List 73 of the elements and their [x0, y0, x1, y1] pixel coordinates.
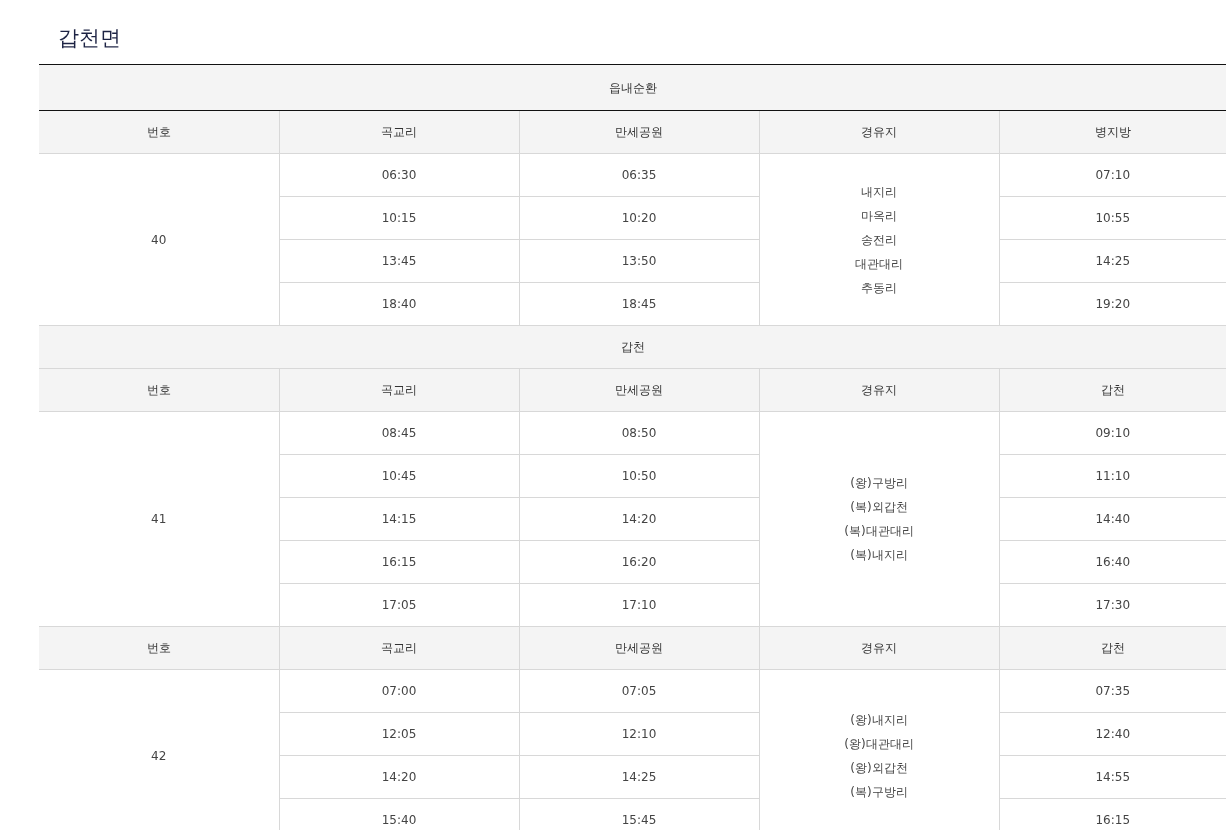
column-header: 갑천 — [999, 368, 1226, 412]
table-cell: 17:10 — [519, 583, 759, 627]
table-cell: 14:15 — [279, 497, 519, 541]
page-title: 갑천면 — [57, 25, 122, 52]
column-header: 경유지 — [759, 368, 999, 412]
route-number-cell: 41 — [39, 411, 279, 627]
column-header: 번호 — [39, 626, 279, 670]
column-header: 번호 — [39, 110, 279, 154]
column-header: 곡교리 — [279, 110, 519, 154]
table-cell: 14:20 — [519, 497, 759, 541]
table-cell: 10:20 — [519, 196, 759, 240]
route-number-cell: 42 — [39, 669, 279, 830]
table-cell: 17:30 — [999, 583, 1226, 627]
table-cell: 10:50 — [519, 454, 759, 498]
via-stop: 내지리 — [860, 183, 898, 201]
column-header: 곡교리 — [279, 626, 519, 670]
table-cell: 14:25 — [519, 755, 759, 799]
via-stop: 대관대리 — [854, 255, 904, 273]
section-title: 읍내순환 — [39, 64, 1226, 111]
table-cell: 12:40 — [999, 712, 1226, 756]
via-stop: (왕)외갑천 — [849, 759, 909, 777]
table-cell: 16:40 — [999, 540, 1226, 584]
section-title: 갑천 — [39, 325, 1226, 369]
table-cell: 07:00 — [279, 669, 519, 713]
via-stop: (복)외갑천 — [849, 499, 909, 516]
column-header: 만세공원 — [519, 626, 759, 670]
table-cell: 08:50 — [519, 411, 759, 455]
table-cell: 17:05 — [279, 583, 519, 627]
column-header: 만세공원 — [519, 110, 759, 154]
table-cell: 07:35 — [999, 669, 1226, 713]
via-stop: (왕)대관대리 — [843, 735, 915, 753]
via-stop: 마옥리 — [860, 207, 898, 225]
table-cell: 06:30 — [279, 153, 519, 197]
table-cell: 16:15 — [279, 540, 519, 584]
table-cell: 10:55 — [999, 196, 1226, 240]
table-cell: 08:45 — [279, 411, 519, 455]
table-cell: 14:20 — [279, 755, 519, 799]
via-stop: (왕)구방리 — [849, 475, 909, 492]
column-header: 병지방 — [999, 110, 1226, 154]
table-cell: 15:40 — [279, 798, 519, 830]
table-cell: 16:20 — [519, 540, 759, 584]
via-stop: 송전리 — [860, 231, 898, 249]
table-cell: 10:15 — [279, 196, 519, 240]
column-header: 만세공원 — [519, 368, 759, 412]
table-cell: 14:25 — [999, 239, 1226, 283]
via-stop: (복)구방리 — [849, 783, 909, 801]
via-stop: (복)대관대리 — [843, 523, 915, 540]
table-cell: 12:10 — [519, 712, 759, 756]
table-cell: 06:35 — [519, 153, 759, 197]
table-cell: 07:10 — [999, 153, 1226, 197]
column-header: 경유지 — [759, 626, 999, 670]
table-cell: 14:40 — [999, 497, 1226, 541]
column-header: 경유지 — [759, 110, 999, 154]
table-cell: 18:40 — [279, 282, 519, 326]
table-cell: 11:10 — [999, 454, 1226, 498]
table-cell: 07:05 — [519, 669, 759, 713]
column-header: 갑천 — [999, 626, 1226, 670]
via-stop: (복)내지리 — [849, 547, 909, 564]
via-stop: (왕)내지리 — [849, 711, 909, 729]
table-cell: 09:10 — [999, 411, 1226, 455]
column-header: 곡교리 — [279, 368, 519, 412]
route-number-cell: 40 — [39, 153, 279, 326]
table-cell: 14:55 — [999, 755, 1226, 799]
table-cell: 19:20 — [999, 282, 1226, 326]
table-cell: 10:45 — [279, 454, 519, 498]
table-cell: 15:45 — [519, 798, 759, 830]
table-cell: 13:45 — [279, 239, 519, 283]
table-cell: 18:45 — [519, 282, 759, 326]
table-cell: 13:50 — [519, 239, 759, 283]
column-header: 번호 — [39, 368, 279, 412]
table-cell: 16:15 — [999, 798, 1226, 830]
via-stop: 추동리 — [860, 279, 898, 297]
table-cell: 12:05 — [279, 712, 519, 756]
